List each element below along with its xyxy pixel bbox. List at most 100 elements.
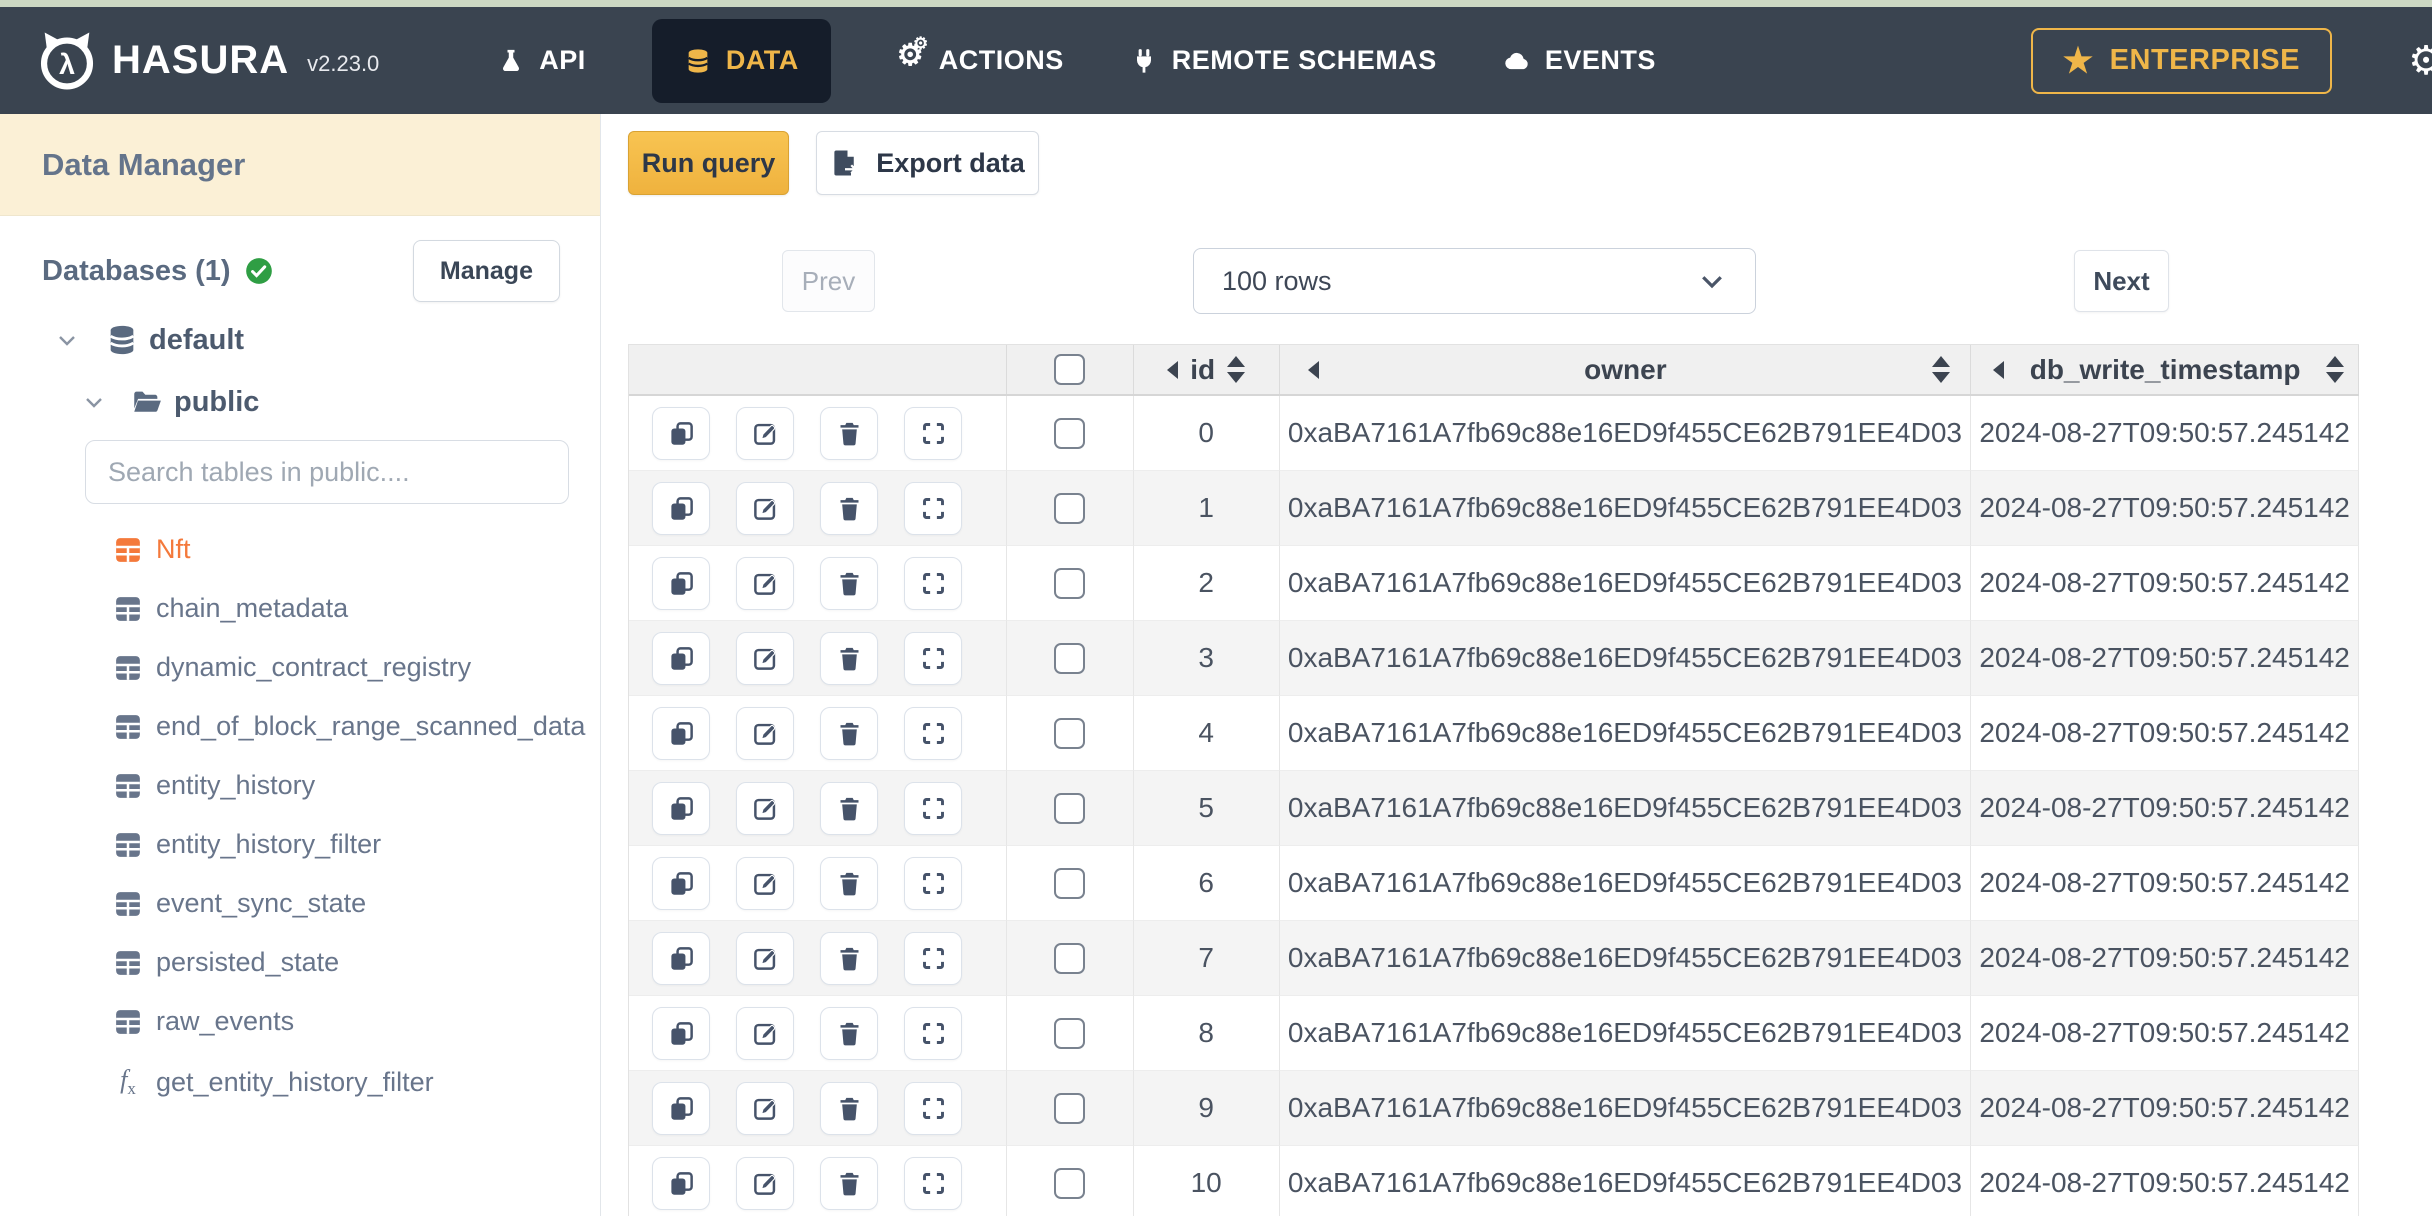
delete-row-icon <box>840 797 858 820</box>
row-checkbox[interactable] <box>1054 942 1086 974</box>
row-checkbox[interactable] <box>1054 417 1086 449</box>
edit-row-button[interactable] <box>736 631 794 685</box>
collapse-column-icon[interactable] <box>1307 360 1319 379</box>
settings-gear-icon[interactable]: ⚙ <box>2408 38 2432 84</box>
row-checkbox[interactable] <box>1054 1092 1086 1124</box>
sidebar-table-end_of_block_range_scanned_data[interactable]: end_of_block_range_scanned_data <box>0 697 600 756</box>
clone-row-button[interactable] <box>652 781 710 835</box>
expand-row-button[interactable] <box>904 406 962 460</box>
delete-row-button[interactable] <box>820 481 878 535</box>
edit-row-button[interactable] <box>736 556 794 610</box>
nav-item-actions[interactable]: ⚙ ⚙ ACTIONS <box>897 35 1064 76</box>
clone-row-button[interactable] <box>652 1081 710 1135</box>
expand-row-button[interactable] <box>904 481 962 535</box>
owner-value: 0xaBA7161A7fb69c88e16ED9f455CE62B791EE4D… <box>1287 1092 1962 1123</box>
row-checkbox[interactable] <box>1054 717 1086 749</box>
expand-row-button[interactable] <box>904 931 962 985</box>
sort-arrows-icon[interactable] <box>1227 356 1246 383</box>
next-page-button[interactable]: Next <box>2074 250 2169 312</box>
nav-item-events[interactable]: EVENTS <box>1503 45 1656 76</box>
search-tables-input[interactable] <box>85 440 569 504</box>
delete-row-button[interactable] <box>820 856 878 910</box>
expand-row-button[interactable] <box>904 631 962 685</box>
sort-arrows-icon[interactable] <box>1932 356 1951 383</box>
rows-per-page-select[interactable]: 100 rows <box>1193 248 1756 314</box>
expand-row-button[interactable] <box>904 781 962 835</box>
enterprise-button[interactable]: ★ ENTERPRISE <box>2030 27 2332 94</box>
expand-row-button[interactable] <box>904 706 962 760</box>
clone-row-button[interactable] <box>652 556 710 610</box>
edit-row-button[interactable] <box>736 1081 794 1135</box>
edit-row-button[interactable] <box>736 1006 794 1060</box>
clone-row-button[interactable] <box>652 481 710 535</box>
clone-row-button[interactable] <box>652 856 710 910</box>
sidebar-function-get_entity_history_filter[interactable]: fx get_entity_history_filter <box>0 1051 600 1113</box>
delete-row-button[interactable] <box>820 1006 878 1060</box>
delete-row-button[interactable] <box>820 631 878 685</box>
expand-row-button[interactable] <box>904 1156 962 1210</box>
collapse-column-icon[interactable] <box>1167 360 1179 379</box>
run-query-button[interactable]: Run query <box>628 131 789 195</box>
row-checkbox-cell <box>1006 921 1134 996</box>
expand-row-button[interactable] <box>904 1081 962 1135</box>
select-all-checkbox[interactable] <box>1054 354 1086 385</box>
edit-row-button[interactable] <box>736 931 794 985</box>
prev-page-button[interactable]: Prev <box>782 250 875 312</box>
sidebar-table-chain_metadata[interactable]: chain_metadata <box>0 579 600 638</box>
clone-row-button[interactable] <box>652 706 710 760</box>
check-circle-icon <box>245 258 272 284</box>
row-checkbox[interactable] <box>1054 642 1086 674</box>
table-row: 9 0xaBA7161A7fb69c88e16ED9f455CE62B791EE4… <box>629 1071 2359 1146</box>
delete-row-button[interactable] <box>820 1156 878 1210</box>
header-column-db-write-timestamp[interactable]: db_write_timestamp <box>1971 345 2359 394</box>
edit-row-button[interactable] <box>736 781 794 835</box>
row-checkbox[interactable] <box>1054 792 1086 824</box>
sidebar-table-event_sync_state[interactable]: event_sync_state <box>0 874 600 933</box>
hasura-console: λ HASURA v2.23.0 API DATA ⚙ ⚙ ACTIONS RE… <box>0 0 2432 1216</box>
delete-row-button[interactable] <box>820 931 878 985</box>
delete-row-button[interactable] <box>820 406 878 460</box>
manage-button[interactable]: Manage <box>412 240 560 302</box>
edit-row-button[interactable] <box>736 706 794 760</box>
brand[interactable]: λ HASURA v2.23.0 <box>36 30 379 92</box>
edit-row-button[interactable] <box>736 481 794 535</box>
nav-item-api[interactable]: API <box>497 45 586 76</box>
sidebar-table-entity_history[interactable]: entity_history <box>0 756 600 815</box>
edit-row-button[interactable] <box>736 856 794 910</box>
tree-node-public-schema[interactable]: public <box>0 382 600 422</box>
nav-item-remote-schemas[interactable]: REMOTE SCHEMAS <box>1130 45 1437 76</box>
sort-arrows-icon[interactable] <box>2325 356 2344 383</box>
edit-row-button[interactable] <box>736 406 794 460</box>
clone-row-button[interactable] <box>652 631 710 685</box>
tree-node-default-db[interactable]: default <box>0 320 600 360</box>
sidebar-table-raw_events[interactable]: raw_events <box>0 992 600 1051</box>
delete-row-button[interactable] <box>820 556 878 610</box>
expand-row-button[interactable] <box>904 556 962 610</box>
clone-row-button[interactable] <box>652 406 710 460</box>
row-checkbox[interactable] <box>1054 867 1086 899</box>
enterprise-label: ENTERPRISE <box>2109 44 2300 76</box>
clone-row-button[interactable] <box>652 931 710 985</box>
delete-row-button[interactable] <box>820 781 878 835</box>
header-column-owner[interactable]: owner <box>1280 345 1972 394</box>
clone-row-button[interactable] <box>652 1006 710 1060</box>
sidebar-table-Nft[interactable]: Nft <box>0 520 600 579</box>
sidebar-table-dynamic_contract_registry[interactable]: dynamic_contract_registry <box>0 638 600 697</box>
collapse-column-icon[interactable] <box>1993 360 2005 379</box>
row-checkbox[interactable] <box>1054 567 1086 599</box>
edit-row-button[interactable] <box>736 1156 794 1210</box>
row-checkbox[interactable] <box>1054 492 1086 524</box>
clone-row-button[interactable] <box>652 1156 710 1210</box>
row-actions-cell <box>629 546 1007 621</box>
row-checkbox[interactable] <box>1054 1017 1086 1049</box>
export-data-button[interactable]: Export data <box>816 131 1039 195</box>
delete-row-button[interactable] <box>820 1081 878 1135</box>
sidebar-table-persisted_state[interactable]: persisted_state <box>0 933 600 992</box>
delete-row-button[interactable] <box>820 706 878 760</box>
expand-row-button[interactable] <box>904 856 962 910</box>
sidebar-table-entity_history_filter[interactable]: entity_history_filter <box>0 815 600 874</box>
row-checkbox[interactable] <box>1054 1167 1086 1199</box>
header-column-id[interactable]: id <box>1134 345 1280 394</box>
nav-item-data[interactable]: DATA <box>651 18 831 103</box>
expand-row-button[interactable] <box>904 1006 962 1060</box>
